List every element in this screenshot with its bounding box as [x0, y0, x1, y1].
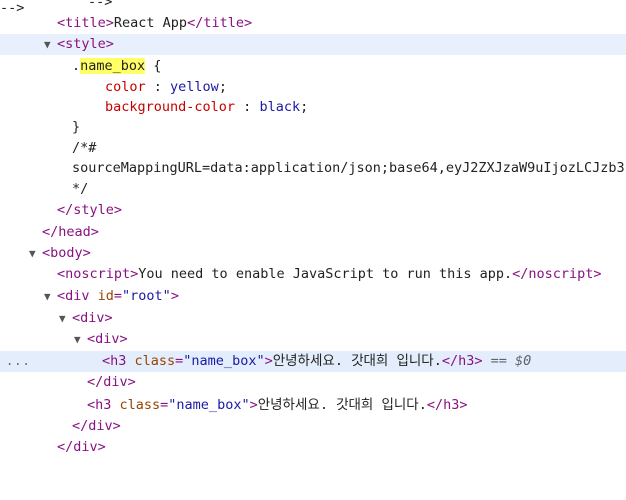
css-brace-close: } — [72, 119, 81, 135]
comment-close-text: --> — [88, 0, 113, 10]
tree-line-h3-selected[interactable]: ... <h3 class="name_box">안녕하세요. 갓대희 입니다.… — [0, 351, 626, 372]
div-root-node: <div id="root"> — [57, 288, 179, 304]
body-open-tag: <body> — [42, 245, 91, 261]
div-open-tag: <div> — [72, 310, 113, 326]
tree-line-div-root[interactable]: ▼ <div id="root"> — [0, 286, 626, 307]
tree-line-h3[interactable]: <h3 class="name_box">안녕하세요. 갓대희 입니다.</h3… — [0, 395, 626, 416]
css-selector: .name_box { — [72, 58, 162, 74]
tree-line-comment-end[interactable]: */ — [0, 179, 626, 200]
tree-line-noscript[interactable]: <noscript>You need to enable JavaScript … — [0, 264, 626, 285]
div-open-tag: <div> — [87, 331, 128, 347]
div-close-tag: </div> — [72, 418, 121, 434]
tree-line-css-selector[interactable]: .name_box { — [0, 56, 626, 77]
expand-triangle-icon[interactable]: ▼ — [44, 286, 51, 307]
tree-line-css-close[interactable]: } — [0, 117, 626, 138]
style-open-tag: <style> — [57, 36, 114, 52]
expand-triangle-icon[interactable]: ▼ — [74, 329, 81, 350]
tree-line-div-close-inner[interactable]: </div> — [0, 372, 626, 393]
source-mapping-url: sourceMappingURL=data:application/json;b… — [72, 160, 625, 176]
expand-triangle-icon[interactable]: ▼ — [59, 308, 66, 329]
noscript-node: <noscript>You need to enable JavaScript … — [57, 266, 602, 282]
tree-line-head-close[interactable]: </head> — [0, 222, 626, 243]
h3-node: <h3 class="name_box">안녕하세요. 갓대희 입니다.</h3… — [87, 397, 468, 413]
tree-line-div-outer[interactable]: ▼ <div> — [0, 308, 626, 329]
style-close-tag: </style> — [57, 202, 123, 218]
tree-line-style-close[interactable]: </style> — [0, 200, 626, 221]
tree-line-div-close-root[interactable]: </div> — [0, 437, 626, 458]
tree-line-comment-start[interactable]: /*# — [0, 138, 626, 159]
search-highlight: name_box — [80, 58, 146, 74]
tree-line-comment-close[interactable]: --> — [0, 0, 626, 13]
tree-line-css-color[interactable]: color : yellow; — [0, 77, 626, 98]
comment-end: */ — [72, 181, 89, 197]
div-close-tag: </div> — [87, 374, 136, 390]
css-rule-background: background-color : black; — [105, 99, 309, 115]
css-rule-color: color : yellow; — [105, 79, 227, 95]
tree-line-style-open[interactable]: ▼ <style> — [0, 34, 626, 55]
tree-line-div-close-outer[interactable]: </div> — [0, 416, 626, 437]
elements-tree: --> --> <title>React App</title> ▼ <styl… — [0, 0, 626, 458]
h3-selected-node: <h3 class="name_box">안녕하세요. 갓대희 입니다.</h3… — [102, 353, 532, 369]
tree-line-source-map[interactable]: sourceMappingURL=data:application/json;b… — [0, 158, 626, 179]
tree-line-title[interactable]: <title>React App</title> — [0, 13, 626, 34]
title-node: <title>React App</title> — [57, 15, 253, 31]
selected-node-marker: == $0 — [482, 353, 532, 369]
comment-start: /*# — [72, 140, 97, 156]
tree-line-body[interactable]: ▼ <body> — [0, 243, 626, 264]
div-close-tag: </div> — [57, 439, 106, 455]
expand-triangle-icon[interactable]: ▼ — [29, 243, 36, 264]
head-close-tag: </head> — [42, 224, 99, 240]
tree-line-css-background[interactable]: background-color : black; — [0, 97, 626, 118]
tree-line-div-inner[interactable]: ▼ <div> — [0, 329, 626, 350]
more-options-icon[interactable]: ... — [6, 351, 31, 372]
expand-triangle-icon[interactable]: ▼ — [44, 34, 51, 55]
